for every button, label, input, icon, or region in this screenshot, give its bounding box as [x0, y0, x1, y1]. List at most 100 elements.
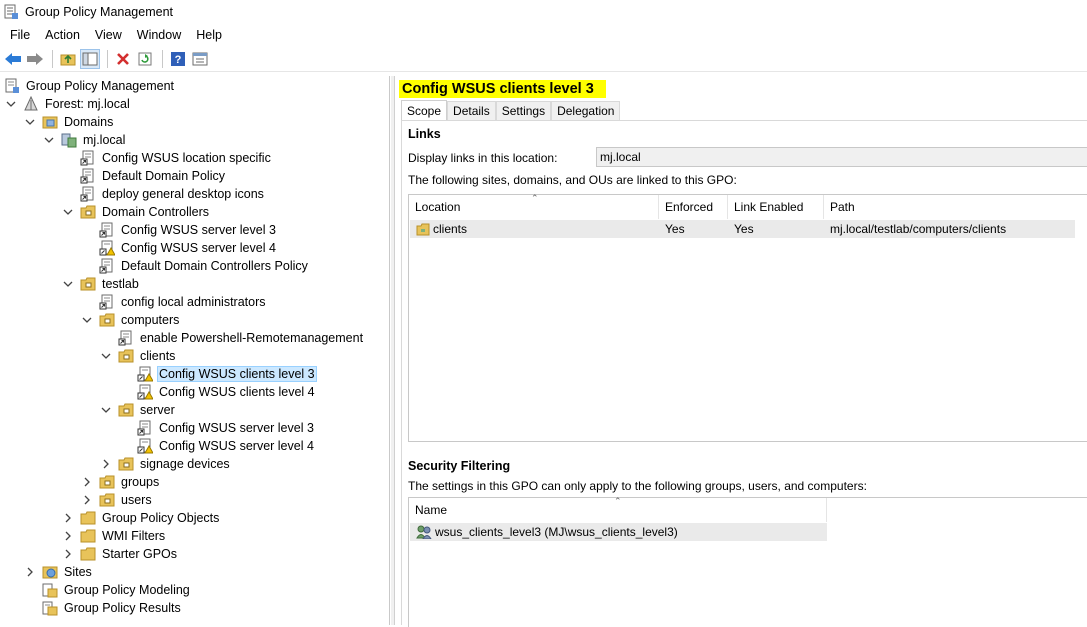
- tree-node-ou[interactable]: Domain Controllers: [62, 203, 211, 221]
- menu-action[interactable]: Action: [39, 28, 89, 42]
- gpo-link-warning-icon: [137, 438, 153, 454]
- chevron-right-icon[interactable]: [24, 566, 36, 578]
- toolbar-separator: [107, 50, 108, 68]
- tree-node-domains[interactable]: Domains: [24, 113, 115, 131]
- menu-window[interactable]: Window: [131, 28, 190, 42]
- tree-node-ou[interactable]: server: [100, 401, 177, 419]
- tree-node-gpo-link[interactable]: Default Domain Policy: [80, 167, 227, 185]
- chevron-right-icon[interactable]: [81, 494, 93, 506]
- gpo-link-icon: [99, 222, 115, 238]
- security-group-icon: [416, 525, 432, 539]
- chevron-right-icon[interactable]: [81, 476, 93, 488]
- tree-node-forest[interactable]: Forest: mj.local: [5, 95, 132, 113]
- sites-icon: [42, 564, 58, 580]
- tree-node-group-policy-management[interactable]: Group Policy Management: [4, 77, 176, 95]
- links-list[interactable]: Location ⌃ Enforced Link Enabled Path cl…: [408, 193, 1087, 442]
- chevron-down-icon[interactable]: [100, 350, 112, 362]
- tree-node-gpo-link-selected[interactable]: Config WSUS clients level 3: [137, 365, 317, 383]
- tree-node-label: Config WSUS server level 3: [159, 421, 314, 435]
- tree-node-gpo-link[interactable]: enable Powershell-Remotemanagement: [118, 329, 365, 347]
- properties-icon[interactable]: [190, 49, 210, 69]
- column-location[interactable]: Location ⌃: [409, 193, 659, 219]
- back-icon[interactable]: [3, 49, 23, 69]
- column-name[interactable]: Name ⌃: [409, 496, 827, 522]
- tree-node-gpo-link[interactable]: Default Domain Controllers Policy: [99, 257, 310, 275]
- tab-scope[interactable]: Scope: [401, 100, 448, 120]
- table-row[interactable]: wsus_clients_level3 (MJ\wsus_clients_lev…: [410, 523, 827, 541]
- tree-node-label: groups: [121, 475, 160, 489]
- help-icon[interactable]: ?: [168, 49, 188, 69]
- gpm-app-icon: [3, 4, 19, 20]
- toolbar-separator: [52, 50, 53, 68]
- cell-text: wsus_clients_level3 (MJ\wsus_clients_lev…: [435, 525, 678, 539]
- menu-help[interactable]: Help: [190, 28, 231, 42]
- tree-node-gpo-link[interactable]: Config WSUS server level 3: [99, 221, 278, 239]
- tree-node-gpo-link[interactable]: deploy general desktop icons: [80, 185, 266, 203]
- display-links-dropdown[interactable]: mj.local: [596, 147, 1087, 167]
- tab-delegation[interactable]: Delegation: [551, 101, 621, 120]
- tree-node-sites[interactable]: Sites: [24, 563, 94, 581]
- ou-icon: [416, 223, 430, 236]
- chevron-down-icon[interactable]: [100, 404, 112, 416]
- column-enforced[interactable]: Enforced: [659, 195, 728, 219]
- show-hide-tree-icon[interactable]: [80, 49, 100, 69]
- gpo-link-icon: [137, 420, 153, 436]
- cell-enforced: Yes: [665, 222, 685, 236]
- tree-node-wmi-filters[interactable]: WMI Filters: [62, 527, 167, 545]
- ou-icon: [80, 204, 96, 220]
- up-folder-icon[interactable]: [58, 49, 78, 69]
- scope-tab-content: Links Display links in this location: mj…: [401, 120, 1087, 627]
- chevron-right-icon[interactable]: [62, 512, 74, 524]
- tab-settings[interactable]: Settings: [495, 101, 552, 120]
- table-row[interactable]: clients Yes Yes mj.local/testlab/compute…: [410, 220, 1075, 238]
- chevron-right-icon[interactable]: [100, 458, 112, 470]
- column-link-enabled[interactable]: Link Enabled: [728, 195, 824, 219]
- chevron-down-icon[interactable]: [62, 278, 74, 290]
- refresh-icon[interactable]: [135, 49, 155, 69]
- tree-node-label: users: [121, 493, 152, 507]
- tree-node-gpo-link[interactable]: Config WSUS server level 3: [137, 419, 316, 437]
- tree-node-label: computers: [121, 313, 180, 327]
- pane-splitter[interactable]: [391, 76, 395, 625]
- tree-node-label: Forest: mj.local: [45, 97, 130, 111]
- tree-node-ou[interactable]: signage devices: [100, 455, 232, 473]
- forward-icon[interactable]: [25, 49, 45, 69]
- tree-node-gpo-link[interactable]: Config WSUS location specific: [80, 149, 273, 167]
- tree-node-mj-local[interactable]: mj.local: [43, 131, 127, 149]
- menu-view[interactable]: View: [89, 28, 131, 42]
- tree-node-ou[interactable]: testlab: [62, 275, 141, 293]
- ou-icon: [99, 474, 115, 490]
- modeling-icon: [42, 582, 58, 598]
- tree-node-label: signage devices: [140, 457, 230, 471]
- menu-file[interactable]: File: [4, 28, 39, 42]
- tree-node-gpo-link[interactable]: Config WSUS server level 4: [137, 437, 316, 455]
- chevron-down-icon[interactable]: [5, 98, 17, 110]
- cell-text: clients: [433, 222, 468, 236]
- tree-node-gpo-link[interactable]: Config WSUS clients level 4: [137, 383, 317, 401]
- chevron-down-icon[interactable]: [62, 206, 74, 218]
- tree-node-group-policy-objects[interactable]: Group Policy Objects: [62, 509, 221, 527]
- tree-node-gpo-link[interactable]: Config WSUS server level 4: [99, 239, 278, 257]
- tree-node-group-policy-results[interactable]: Group Policy Results: [42, 599, 183, 617]
- gpo-link-warning-icon: [137, 366, 153, 382]
- tree-node-ou[interactable]: users: [81, 491, 154, 509]
- tree-node-ou[interactable]: clients: [100, 347, 177, 365]
- tree-node-gpo-link[interactable]: config local administrators: [99, 293, 268, 311]
- delete-icon[interactable]: [113, 49, 133, 69]
- tree-node-ou[interactable]: computers: [81, 311, 181, 329]
- tree-node-starter-gpos[interactable]: Starter GPOs: [62, 545, 179, 563]
- tree-node-group-policy-modeling[interactable]: Group Policy Modeling: [42, 581, 192, 599]
- chevron-right-icon[interactable]: [62, 548, 74, 560]
- column-path[interactable]: Path: [824, 195, 1074, 219]
- cell-name: wsus_clients_level3 (MJ\wsus_clients_lev…: [410, 523, 827, 541]
- gpo-link-icon: [99, 294, 115, 310]
- security-filtering-list[interactable]: Name ⌃ wsus_clients_level3 (MJ\wsus_clie…: [408, 496, 1087, 627]
- forest-icon: [23, 96, 39, 112]
- chevron-down-icon[interactable]: [81, 314, 93, 326]
- tab-details[interactable]: Details: [447, 101, 496, 120]
- chevron-right-icon[interactable]: [62, 530, 74, 542]
- chevron-down-icon[interactable]: [43, 134, 55, 146]
- tree-node-ou[interactable]: groups: [81, 473, 161, 491]
- tree-node-label: Config WSUS clients level 4: [159, 385, 315, 399]
- chevron-down-icon[interactable]: [24, 116, 36, 128]
